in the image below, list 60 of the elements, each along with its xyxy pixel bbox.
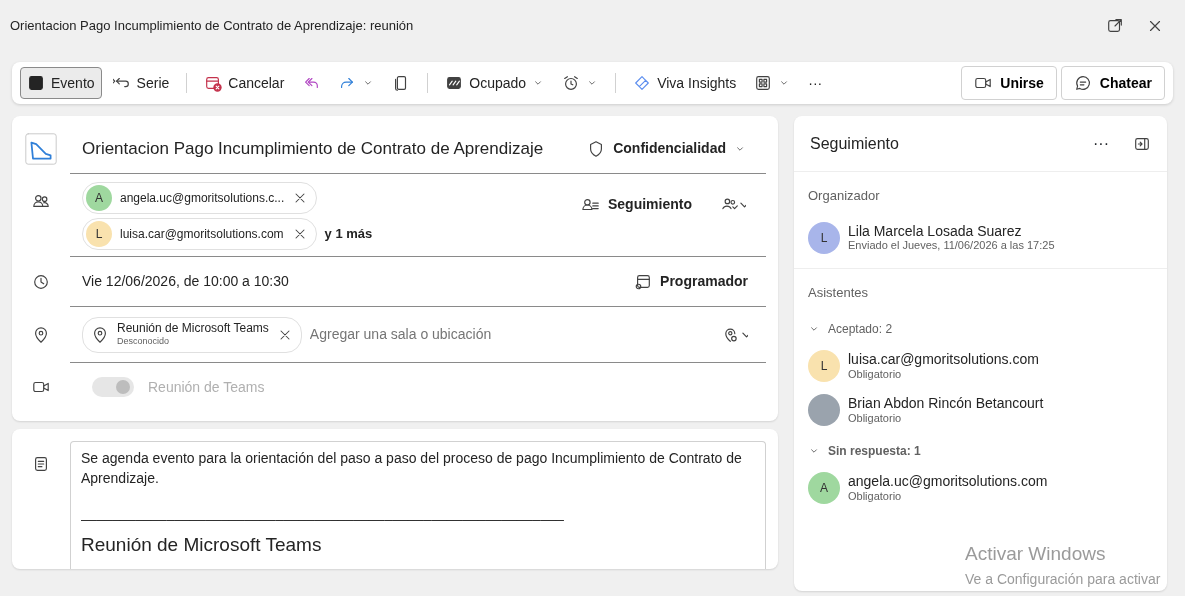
person-name: luisa.car@gmoritsolutions.com [848,351,1039,368]
avatar: L [808,350,840,382]
chat-bubble-icon [1073,74,1092,92]
person-name: Brian Abdon Rincón Betancourt [848,395,1044,412]
sensitivity-button[interactable]: Confidencialidad [587,138,746,159]
people-icon [32,192,50,210]
clock-icon [32,273,50,291]
calendar-search-icon [634,272,653,291]
body-paragraph: Se agenda evento para la orientación del paso a paso del proceso de pago Incumplimiento de Contrato de Aprendizaje. [81,449,743,489]
alarm-clock-icon [562,74,581,92]
body-heading: Reunión de Microsoft Teams [81,534,323,556]
toolbar-button[interactable]: Evento [20,67,102,99]
calendar-icon [27,74,45,92]
location-pin-icon [91,325,109,344]
person-detail: Obligatorio [848,367,903,381]
avatar: L [808,221,840,254]
location-status: Desconocido [117,336,171,347]
panel-title: Seguimiento [810,133,899,154]
notes-icon [32,455,50,473]
diamond-icon [633,74,652,92]
toolbar-button[interactable]: ··· [801,67,830,99]
avatar: L [86,221,112,247]
underline-divider-text: ______________________________________________________________ [81,503,565,523]
more-attendees-link[interactable]: y 1 más [324,224,373,244]
location-chip[interactable]: Reunión de Microsoft Teams Desconocido [82,316,302,353]
tracking-button[interactable]: Seguimiento [582,194,692,215]
group-toggle[interactable]: Aceptado: 2 [794,310,907,344]
popout-icon [1106,17,1124,35]
section-heading: Organizador [807,187,881,205]
avatar: A [808,472,840,504]
person-name: angela.uc@gmoritsolutions.com [848,473,1048,490]
toolbar-action-button[interactable]: Unirse [961,66,1057,100]
calendar-cancel-icon [204,74,223,92]
teams-toggle-label: Reunión de Teams [148,377,265,397]
toolbar-button[interactable]: Ocupado [438,67,552,99]
avatar: A [86,185,112,211]
toolbar-action-button[interactable]: Chatear [1060,66,1165,100]
activation-notice-text: Ve a Configuración para activar [965,569,1161,589]
location-title: Reunión de Microsoft Teams [117,322,269,337]
toolbar-button[interactable]: Cancelar [197,67,292,99]
person-detail: Enviado el Jueves, 11/06/2026 a las 17:25 [848,239,1055,253]
apps-grid-icon [754,74,773,92]
message-body-field[interactable] [70,441,766,569]
scheduler-button[interactable]: Programador [634,271,748,292]
toolbar-button[interactable]: Serie [105,67,177,99]
window-title: Orientacion Pago Incumplimiento de Contrato de Aprendizaje: reunión [10,17,414,36]
toolbar-button[interactable]: Viva Insights [626,67,744,99]
group-toggle[interactable]: Sin respuesta: 1 [794,432,935,466]
activation-notice-title: Activar Windows [965,542,1107,566]
person-name: Lila Marcela Losada Suarez [848,222,1023,240]
location-pin-icon [32,326,50,344]
section-heading: Asistentes [807,283,869,302]
date-time-field[interactable]: Vie 12/06/2026, de 10:00 a 10:30 [82,271,289,292]
location-field[interactable]: Agregar una sala o ubicación [307,323,712,346]
profile-photo-placeholder [808,394,840,426]
title-field[interactable]: Orientacion Pago Incumplimiento de Contrato de Aprendizaje [70,134,588,163]
person-detail: Obligatorio [848,411,903,425]
person-detail: Obligatorio [848,489,903,503]
more-options-button[interactable]: ··· [1093,131,1109,156]
busy-status-icon [445,74,464,92]
